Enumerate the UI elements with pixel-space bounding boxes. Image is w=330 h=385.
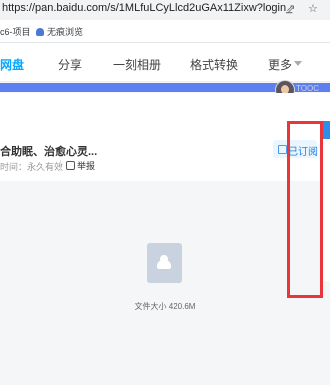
browser-address-bar[interactable]: https://pan.baidu.com/s/1MLfuLCyLlcd2uGA… xyxy=(0,0,330,21)
share-page-icon[interactable]: ⇗ xyxy=(286,2,295,15)
bookmarks-bar: c6-项目 无痕浏览 xyxy=(0,20,330,43)
bookmark-star-icon[interactable]: ☆ xyxy=(308,2,318,15)
report-label: 举报 xyxy=(77,161,96,171)
bookmark-item[interactable]: 无痕浏览 xyxy=(36,25,83,38)
share-title: 合助眠、治愈心灵... xyxy=(0,146,98,158)
nav-item-more[interactable]: 更多 xyxy=(268,56,292,73)
annotation-highlight-box xyxy=(287,121,323,298)
cloud-icon xyxy=(157,255,171,269)
subscribe-icon xyxy=(278,145,287,154)
nav-item-format-convert[interactable]: 格式转换 xyxy=(190,56,238,73)
nav-item-album[interactable]: 一刻相册 xyxy=(113,56,161,73)
chevron-down-icon xyxy=(294,61,302,66)
bookmark-item[interactable]: c6-项目 xyxy=(0,25,31,38)
url-text[interactable]: https://pan.baidu.com/s/1MLfuLCyLlcd2uGA… xyxy=(2,2,292,14)
side-panel-header xyxy=(322,121,330,139)
username[interactable]: TOOC xyxy=(296,84,319,93)
report-link[interactable]: 举报 xyxy=(66,159,95,172)
incognito-icon xyxy=(36,28,44,36)
bookmark-label: 无痕浏览 xyxy=(47,27,84,37)
nav-item-netdisk[interactable]: 网盘 xyxy=(0,56,24,73)
report-icon xyxy=(66,161,75,170)
bookmark-label: c6-项目 xyxy=(0,27,31,37)
share-expiry: 时间：永久有效 xyxy=(0,162,64,172)
nav-item-share[interactable]: 分享 xyxy=(58,56,82,73)
site-nav: 网盘 分享 一刻相册 格式转换 更多 xyxy=(0,43,330,82)
side-panel[interactable] xyxy=(322,121,330,281)
divider xyxy=(60,160,61,170)
file-size: 文件大小 420.6M xyxy=(134,302,196,311)
